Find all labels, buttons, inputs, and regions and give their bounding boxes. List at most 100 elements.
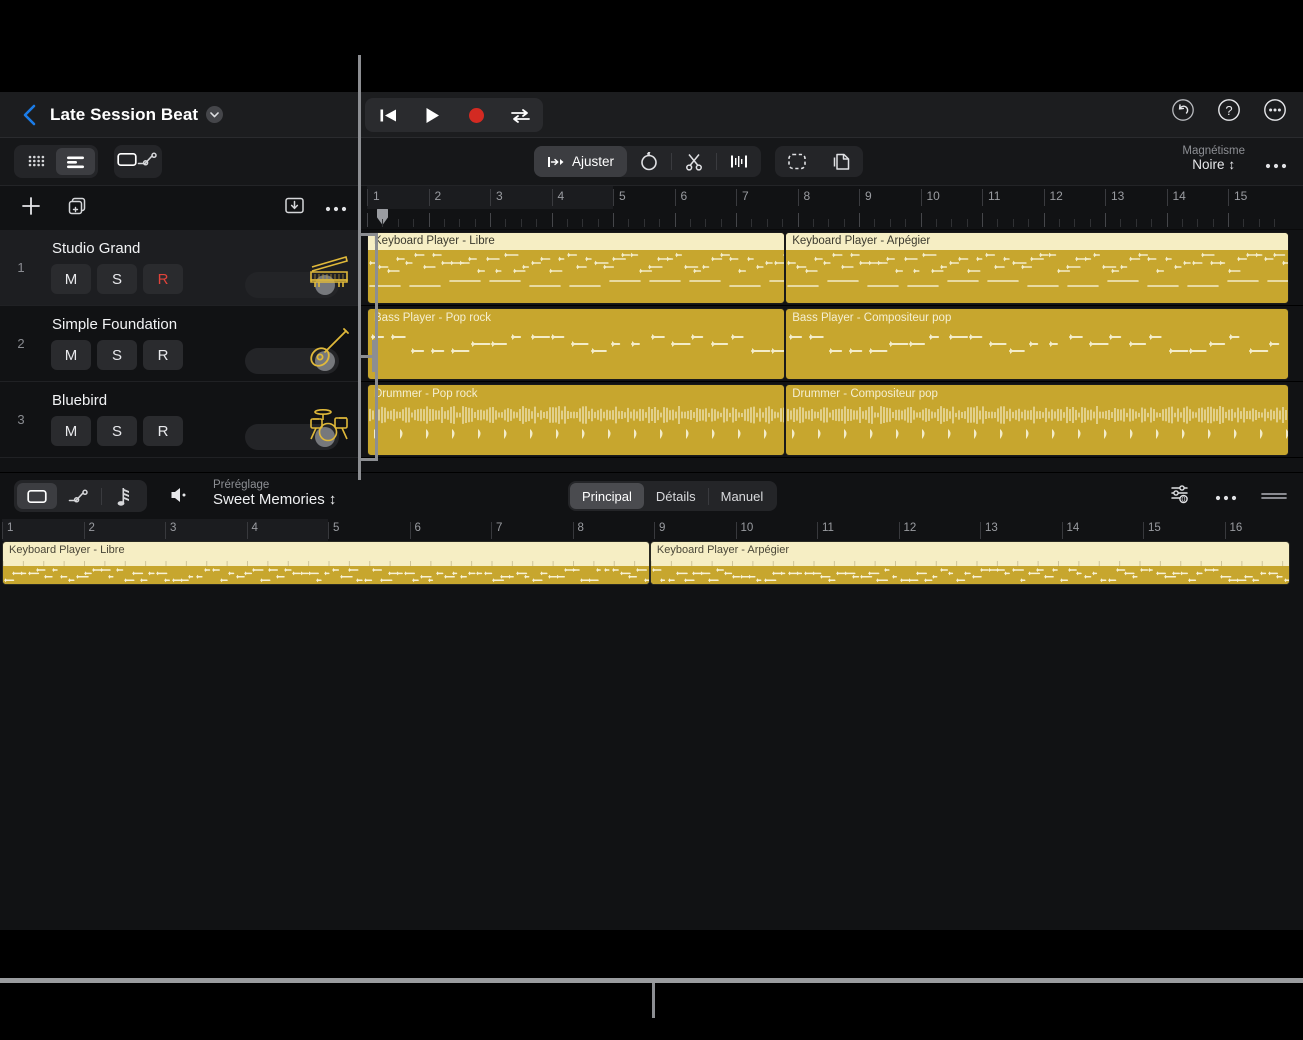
- rewind-button[interactable]: [375, 102, 401, 128]
- duplicate-track-icon: [68, 197, 86, 214]
- editor-region[interactable]: Keyboard Player - Arpégier: [649, 541, 1290, 585]
- loop-tool-button[interactable]: [627, 146, 671, 177]
- cycle-button[interactable]: [507, 102, 533, 128]
- automation-curve-icon: [68, 489, 88, 503]
- adjust-tool-label: Ajuster: [572, 154, 615, 169]
- track-lane[interactable]: Drummer - Pop rock Drummer - Compositeur …: [361, 382, 1303, 458]
- tracks-list-button[interactable]: [56, 148, 95, 175]
- region-waveform: [786, 403, 1289, 455]
- ruler-bar-label: 6: [674, 189, 687, 206]
- add-track-button[interactable]: [20, 195, 42, 222]
- ruler-beat-tick: [843, 219, 845, 227]
- annotation-bracket-mid: [358, 355, 378, 358]
- track-lane[interactable]: Bass Player - Pop rock Bass Player - Comp…: [361, 306, 1303, 382]
- record-button[interactable]: [463, 102, 489, 128]
- ruler-bar-label: 13: [1105, 189, 1124, 206]
- arrange-region[interactable]: Bass Player - Compositeur pop: [785, 308, 1290, 380]
- adjust-tool-button[interactable]: Ajuster: [534, 146, 628, 177]
- undo-button[interactable]: [1171, 98, 1195, 122]
- ruler-beat-tick: [1181, 219, 1183, 227]
- snap-stepper-icon: ↕: [1228, 157, 1236, 172]
- preset-control[interactable]: Préréglage Sweet Memories ↕: [213, 479, 336, 508]
- fade-tool-button[interactable]: [717, 146, 761, 177]
- editor-toolbar: Préréglage Sweet Memories ↕ Principal Dét…: [0, 473, 1303, 519]
- editor-region[interactable]: Keyboard Player - Libre: [2, 541, 650, 585]
- ruler-beat-tick: [997, 219, 999, 227]
- timeline-ruler[interactable]: 1 2 3 4 5 6 7 8 9 10 11 12 13 14 15: [361, 186, 1303, 230]
- track-solo-button[interactable]: S: [97, 340, 137, 370]
- ruler-bar-label: 4: [551, 189, 564, 206]
- editor-tab-manuel[interactable]: Manuel: [709, 483, 776, 509]
- editor-sliders-button[interactable]: 0: [1169, 483, 1191, 510]
- editor-monitor-button[interactable]: [170, 486, 190, 509]
- arrange-region[interactable]: Keyboard Player - Arpégier: [785, 232, 1290, 304]
- secondary-toolbar: Ajuster Magnétisme Noire ↕: [0, 138, 1303, 186]
- editor-ruler-bar-label: 15: [1143, 522, 1161, 539]
- back-button[interactable]: [18, 102, 40, 128]
- ruler-beat-tick: [1074, 219, 1076, 227]
- ruler-bar-label: 1: [367, 189, 380, 206]
- project-title-disclosure[interactable]: [206, 106, 224, 123]
- row2-more-button[interactable]: [1265, 156, 1287, 174]
- track-lane[interactable]: Keyboard Player - Libre Keyboard Player -…: [361, 230, 1303, 306]
- editor-ruler-bar-label: 5: [328, 522, 339, 539]
- ruler-beat-tick: [766, 219, 768, 227]
- adjust-trim-icon: [548, 156, 564, 167]
- region-waveform: [368, 327, 785, 379]
- duplicate-button[interactable]: [819, 146, 863, 177]
- ruler-bar-tick: [859, 213, 860, 227]
- region-label: Drummer - Pop rock: [374, 388, 478, 400]
- duplicate-track-button[interactable]: [67, 196, 87, 221]
- track-header-row[interactable]: 3 Bluebird M S R: [0, 382, 361, 458]
- preset-value-text: Sweet Memories: [213, 491, 325, 508]
- scissors-tool-button[interactable]: [672, 146, 716, 177]
- track-header-row[interactable]: 1 Studio Grand M S R: [0, 230, 361, 306]
- transport-controls: [365, 98, 543, 132]
- preset-stepper-icon: ↕: [328, 491, 337, 508]
- track-record-button[interactable]: R: [143, 264, 183, 294]
- tracks-list-icon: [67, 156, 84, 168]
- editor-region-waveform: [3, 566, 649, 584]
- browser-grid-button[interactable]: [17, 148, 56, 175]
- editor-ruler[interactable]: 1 2 3 4 5 6 7 8 9 10 11 12 13 14 15 16: [0, 519, 1303, 541]
- editor-tab-principal[interactable]: Principal: [570, 483, 644, 509]
- track-mute-button[interactable]: M: [51, 264, 91, 294]
- more-ellipsis-icon: [1215, 495, 1237, 500]
- region-view-button[interactable]: [117, 152, 137, 172]
- marquee-select-button[interactable]: [775, 146, 819, 177]
- track-record-button[interactable]: R: [143, 416, 183, 446]
- snap-control[interactable]: Magnétisme Noire ↕: [1182, 145, 1245, 172]
- editor-automation-view-button[interactable]: [59, 483, 99, 509]
- ruler-beat-tick: [874, 219, 876, 227]
- fade-gain-icon: [731, 155, 748, 168]
- import-button[interactable]: [284, 196, 305, 220]
- editor-more-button[interactable]: [1215, 488, 1237, 506]
- arrange-region[interactable]: Drummer - Pop rock: [367, 384, 786, 456]
- track-solo-button[interactable]: S: [97, 264, 137, 294]
- snap-value-text: Noire: [1192, 157, 1225, 172]
- ruler-beat-tick: [889, 219, 891, 227]
- arrange-region[interactable]: Keyboard Player - Libre: [367, 232, 786, 304]
- track-solo-button[interactable]: S: [97, 416, 137, 446]
- track-mute-button[interactable]: M: [51, 416, 91, 446]
- help-button[interactable]: ?: [1217, 98, 1241, 122]
- editor-score-view-button[interactable]: [104, 483, 144, 509]
- automation-view-button[interactable]: [137, 152, 159, 172]
- top-more-button[interactable]: [1263, 98, 1287, 122]
- editor-ruler-bar-label: 16: [1224, 522, 1242, 539]
- editor-tab-dtails[interactable]: Détails: [644, 483, 708, 509]
- track-header-row[interactable]: 2 Simple Foundation M S R: [0, 306, 361, 382]
- ruler-beat-tick: [828, 219, 830, 227]
- play-button[interactable]: [419, 102, 445, 128]
- player-panel: Keyboard Player Libre: [0, 585, 1303, 930]
- editor-resize-handle[interactable]: [1261, 488, 1287, 506]
- arrange-region[interactable]: Drummer - Compositeur pop: [785, 384, 1290, 456]
- svg-text:0: 0: [1182, 497, 1186, 504]
- track-mute-button[interactable]: M: [51, 340, 91, 370]
- top-toolbar: Late Session Beat: [0, 92, 1303, 138]
- ruler-bar-tick: [797, 213, 799, 227]
- arrange-region[interactable]: Bass Player - Pop rock: [367, 308, 786, 380]
- editor-region-view-button[interactable]: [17, 483, 57, 509]
- track-header-more-button[interactable]: [325, 199, 347, 217]
- track-record-button[interactable]: R: [143, 340, 183, 370]
